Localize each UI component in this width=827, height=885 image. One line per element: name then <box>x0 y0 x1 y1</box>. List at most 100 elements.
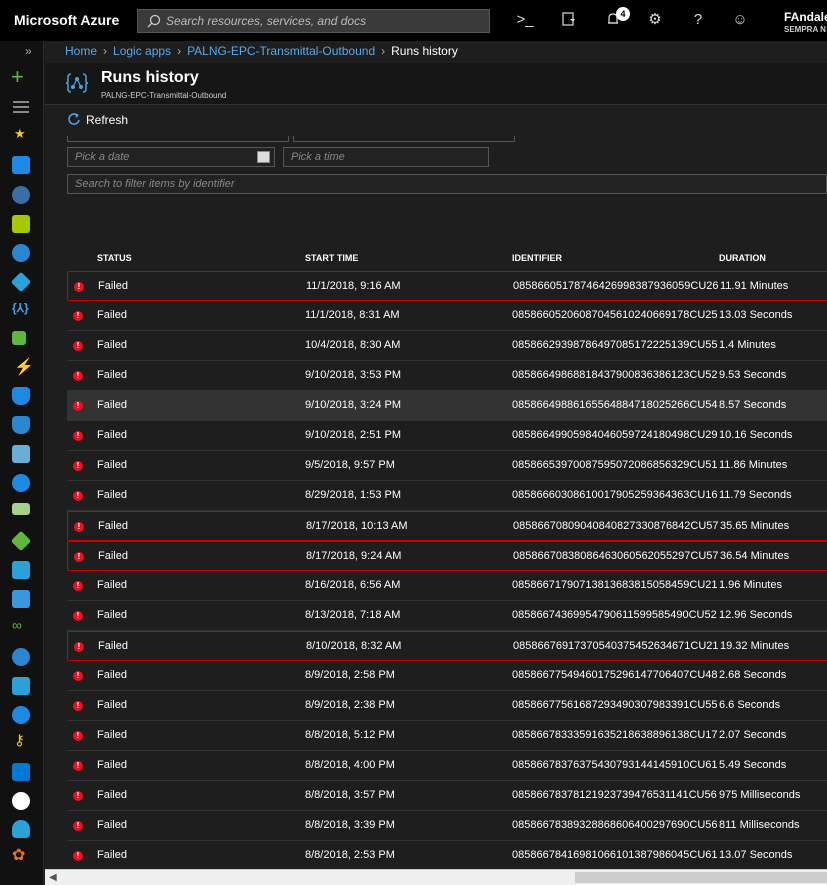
table-row[interactable]: ! Failed 8/17/2018, 9:24 AM 085866708380864… <box>67 541 827 571</box>
recent-clock-icon[interactable] <box>12 244 30 262</box>
settings-gear-icon[interactable]: ⚙ <box>646 11 664 29</box>
failed-status-icon: ! <box>73 731 83 741</box>
page-title: Runs history <box>101 69 199 86</box>
table-row[interactable]: ! Failed 10/4/2018, 8:30 AM 085866293987864… <box>67 331 827 361</box>
time-filter-dropdown[interactable] <box>293 136 515 142</box>
start-time-cell: 8/9/2018, 2:58 PM <box>305 669 395 681</box>
scrollbar-thumb[interactable] <box>575 872 827 883</box>
table-row[interactable]: ! Failed 8/17/2018, 10:13 AM 08586670809040… <box>67 511 827 541</box>
time-picker-input[interactable]: Pick a time <box>283 147 489 167</box>
duration-cell: 6.6 Seconds <box>719 699 781 711</box>
identifier-cell: 08586670809040840827330876842CU57 <box>513 520 719 532</box>
monitor-screen-icon[interactable] <box>12 677 30 695</box>
sql-servers-icon[interactable] <box>12 416 30 434</box>
virtual-networks-icon[interactable] <box>12 445 30 463</box>
cloud-services-icon[interactable] <box>12 820 30 838</box>
table-row[interactable]: ! Failed 8/29/2018, 1:53 PM 085866603086100… <box>67 481 827 511</box>
breadcrumb-logic-app[interactable]: PALNG-EPC-Transmittal-Outbound <box>187 44 375 58</box>
failed-status-icon: ! <box>73 371 83 381</box>
table-row[interactable]: ! Failed 8/16/2018, 6:56 AM 085866717907138… <box>67 571 827 601</box>
table-row[interactable]: ! Failed 8/9/2018, 2:58 PM 0858667754946017… <box>67 661 827 691</box>
function-apps-lightning-icon[interactable]: ⚡ <box>14 357 34 377</box>
table-row[interactable]: ! Failed 8/10/2018, 8:32 AM 085866769173705… <box>67 631 827 661</box>
table-row[interactable]: ! Failed 8/13/2018, 7:18 AM 085866743699547… <box>67 601 827 631</box>
monitor-chart-icon[interactable] <box>12 590 30 608</box>
scroll-left-arrow-icon[interactable]: ◀ <box>49 872 57 883</box>
breadcrumb-logic-apps[interactable]: Logic apps <box>113 44 171 58</box>
collapse-chevron-icon[interactable]: » <box>25 44 32 58</box>
search-placeholder: Search resources, services, and docs <box>166 14 367 28</box>
favorites-star-icon[interactable]: ★ <box>14 126 26 142</box>
refresh-button[interactable]: Refresh <box>86 113 128 127</box>
status-filter-dropdown[interactable] <box>67 136 289 142</box>
link-chain-icon[interactable]: ∞ <box>12 617 22 633</box>
app-services-icon[interactable] <box>10 271 32 293</box>
devops-icon[interactable] <box>12 763 30 781</box>
global-search-input[interactable]: Search resources, services, and docs <box>137 9 490 33</box>
identifier-cell: 08586605206087045610240669178CU25 <box>512 309 718 321</box>
horizontal-scrollbar[interactable]: ◀ <box>45 869 827 885</box>
directory-filter-icon[interactable] <box>560 11 578 29</box>
sql-databases-icon[interactable] <box>12 387 30 405</box>
brand-title[interactable]: Microsoft Azure <box>14 12 119 28</box>
table-row[interactable]: ! Failed 9/10/2018, 3:53 PM 085866498688184… <box>67 361 827 391</box>
duration-cell: 10.16 Seconds <box>719 429 793 441</box>
cosmos-db-icon[interactable] <box>12 474 30 492</box>
advisor-gauge-icon[interactable] <box>12 792 30 810</box>
all-resources-grid-icon[interactable] <box>12 215 30 233</box>
table-row[interactable]: ! Failed 8/8/2018, 5:12 PM 0858667833359163… <box>67 721 827 751</box>
table-header: STATUS START TIME IDENTIFIER DURATION <box>67 249 827 269</box>
dashboard-icon[interactable] <box>12 156 30 174</box>
resource-groups-icon[interactable] <box>12 186 30 204</box>
start-time-cell: 9/10/2018, 2:51 PM <box>305 429 402 441</box>
virtual-machines-icon[interactable] <box>12 561 30 579</box>
column-header-start-time[interactable]: START TIME <box>305 253 358 263</box>
calendar-icon[interactable] <box>257 151 270 163</box>
start-time-cell: 11/1/2018, 8:31 AM <box>305 309 400 321</box>
security-center-icon[interactable]: ✿ <box>12 845 25 865</box>
feedback-smiley-icon[interactable]: ☺ <box>731 11 749 29</box>
breadcrumb-home[interactable]: Home <box>65 44 97 58</box>
start-time-cell: 9/10/2018, 3:53 PM <box>305 369 402 381</box>
table-row[interactable]: ! Failed 9/10/2018, 3:24 PM 085866498861655… <box>67 391 827 421</box>
status-cell: Failed <box>97 609 127 621</box>
notification-count-badge: 4 <box>616 7 630 21</box>
all-services-list-icon[interactable] <box>13 101 29 113</box>
table-row[interactable]: ! Failed 8/8/2018, 2:53 PM 0858667841698106… <box>67 841 827 869</box>
service-fabric-icon[interactable] <box>12 706 30 724</box>
start-time-cell: 9/5/2018, 9:57 PM <box>305 459 395 471</box>
table-row[interactable]: ! Failed 8/8/2018, 3:39 PM 0858667838932886… <box>67 811 827 841</box>
table-row[interactable]: ! Failed 11/1/2018, 9:16 AM 085866051787464… <box>67 271 827 301</box>
load-balancers-icon[interactable] <box>10 530 32 552</box>
storage-accounts-icon[interactable] <box>12 503 30 515</box>
top-bar: Microsoft Azure Search resources, servic… <box>0 0 827 41</box>
duration-cell: 2.07 Seconds <box>719 729 787 741</box>
failed-status-icon: ! <box>73 581 83 591</box>
table-row[interactable]: ! Failed 8/8/2018, 4:00 PM 0858667837637543… <box>67 751 827 781</box>
refresh-icon[interactable] <box>67 112 81 126</box>
status-cell: Failed <box>98 280 128 292</box>
start-time-cell: 10/4/2018, 8:30 AM <box>305 339 401 351</box>
failed-status-icon: ! <box>73 431 83 441</box>
column-header-status[interactable]: STATUS <box>97 253 132 263</box>
help-icon[interactable]: ? <box>689 11 707 29</box>
table-row[interactable]: ! Failed 8/8/2018, 3:57 PM 0858667837812192… <box>67 781 827 811</box>
runs-list-scroll-area[interactable]: Pick a date Pick a time Search to filter… <box>45 136 827 869</box>
cloud-shell-icon[interactable]: >_ <box>516 11 534 29</box>
status-cell: Failed <box>97 459 127 471</box>
globe-icon[interactable] <box>12 648 30 666</box>
identifier-cell: 08586660308610017905259364363CU16 <box>512 489 718 501</box>
logic-apps-icon[interactable]: {⅄} <box>12 301 29 315</box>
table-row[interactable]: ! Failed 9/10/2018, 2:51 PM 085866499059840… <box>67 421 827 451</box>
table-row[interactable]: ! Failed 9/5/2018, 9:57 PM 0858665397008759… <box>67 451 827 481</box>
column-header-identifier[interactable]: IDENTIFIER <box>512 253 562 263</box>
column-header-duration[interactable]: DURATION <box>719 253 766 263</box>
table-row[interactable]: ! Failed 11/1/2018, 8:31 AM 085866052060870… <box>67 301 827 331</box>
identifier-filter-input[interactable]: Search to filter items by identifier <box>67 174 827 194</box>
date-picker-input[interactable]: Pick a date <box>67 147 275 167</box>
key-vault-key-icon[interactable]: ⚷ <box>14 731 25 749</box>
create-resource-plus-icon[interactable]: + <box>11 66 24 88</box>
table-row[interactable]: ! Failed 8/9/2018, 2:38 PM 0858667756168729… <box>67 691 827 721</box>
user-account-menu[interactable]: FAndale SEMPRA N <box>784 10 827 34</box>
function-network-icon[interactable] <box>12 331 26 345</box>
